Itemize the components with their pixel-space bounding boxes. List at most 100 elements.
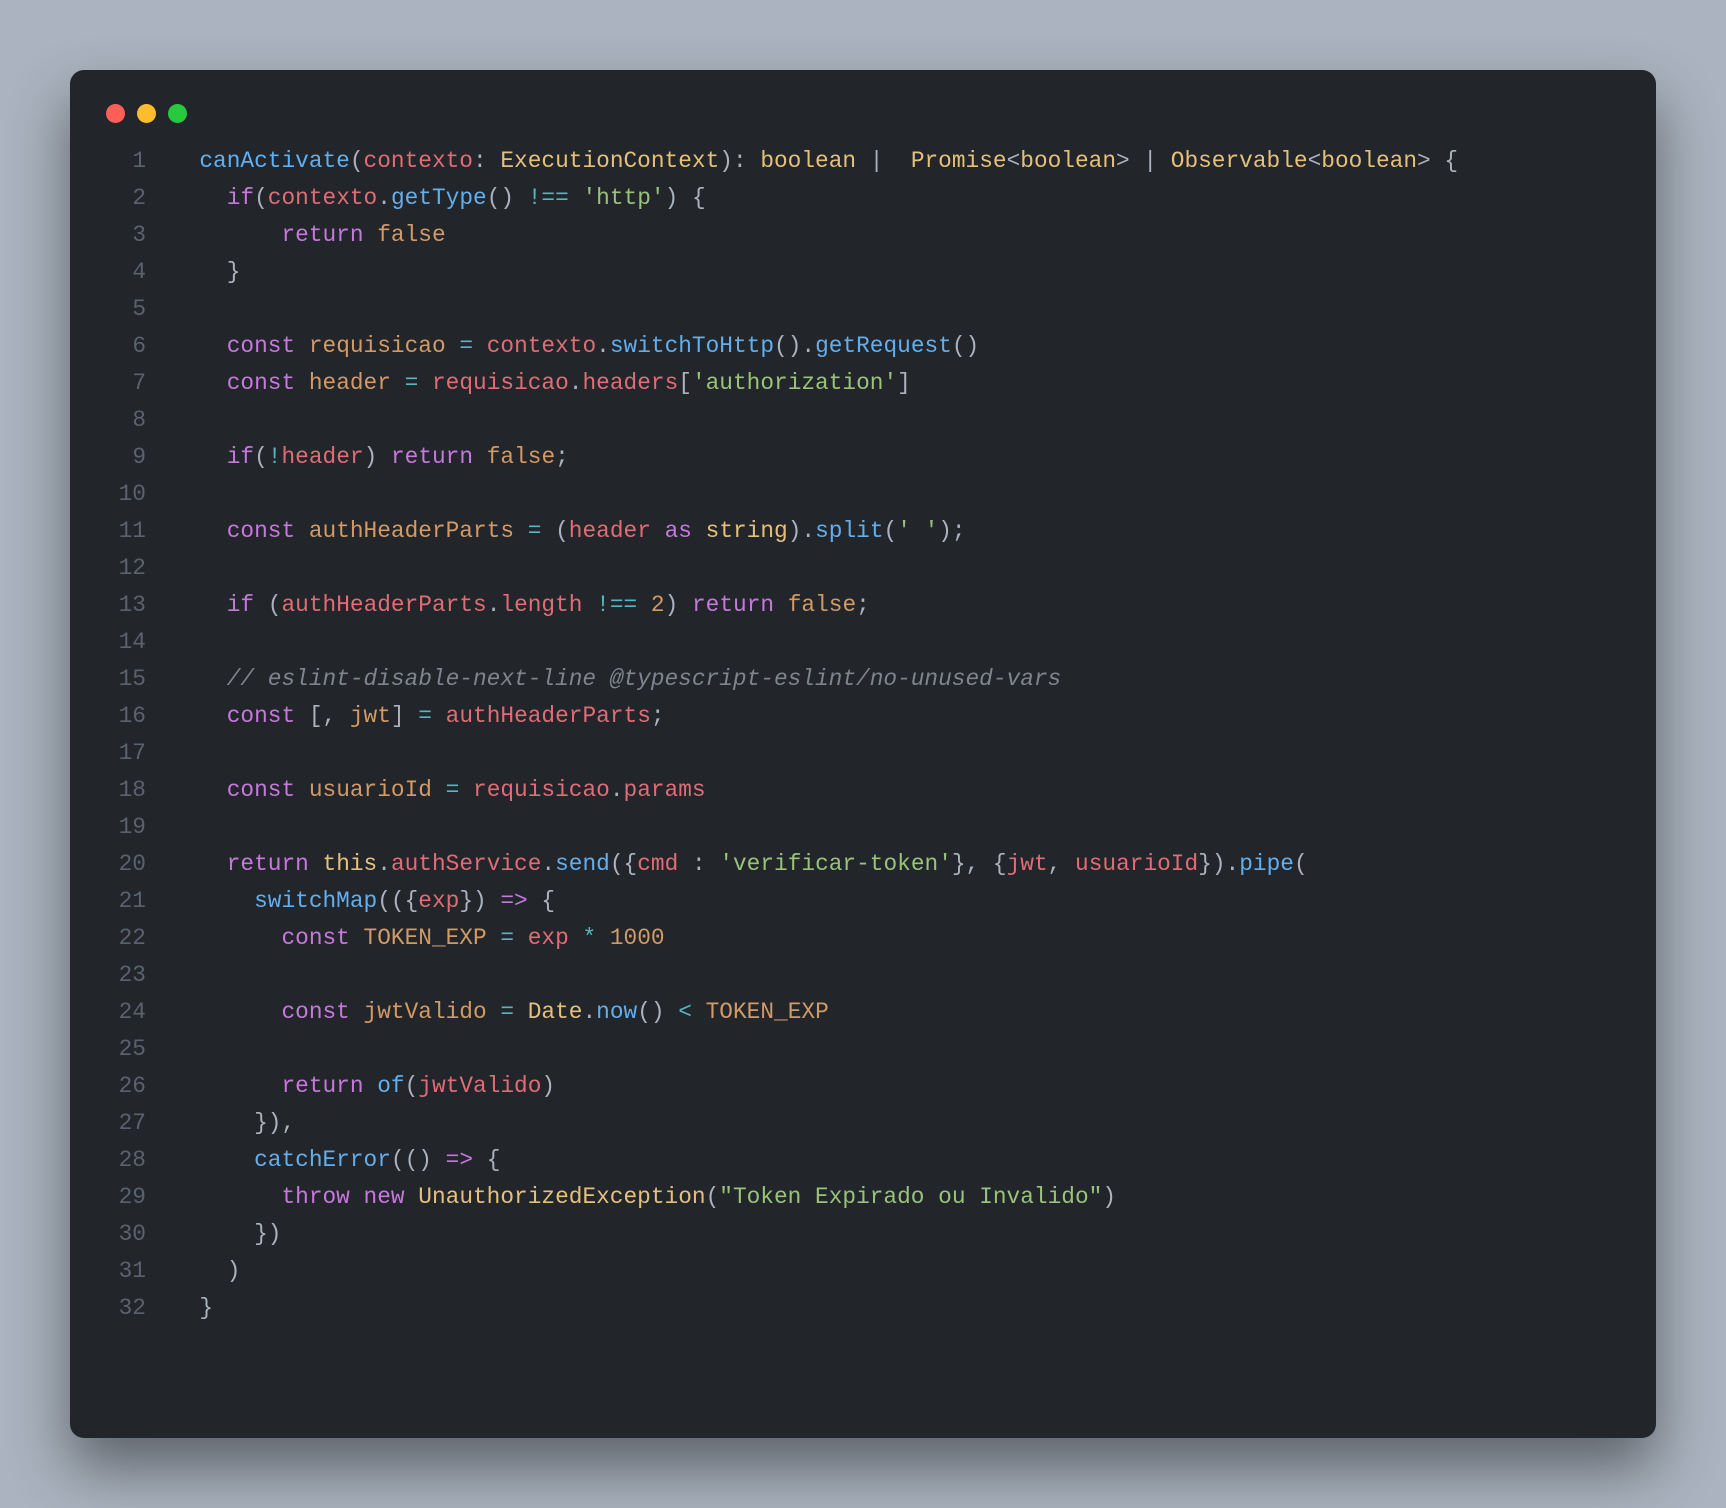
- line-number: 4: [100, 254, 146, 291]
- code-token: contexto: [268, 185, 377, 211]
- code-token: [432, 777, 446, 803]
- line-number: 24: [100, 994, 146, 1031]
- code-token: ): [364, 444, 391, 470]
- code-line[interactable]: if(!header) return false;: [172, 439, 1626, 476]
- code-token: requisicao: [473, 777, 610, 803]
- code-line[interactable]: const requisicao = contexto.switchToHttp…: [172, 328, 1626, 365]
- code-token: false: [377, 222, 445, 248]
- code-line[interactable]: }: [172, 1290, 1626, 1327]
- code-token: const: [281, 925, 349, 951]
- code-line[interactable]: [172, 957, 1626, 994]
- code-token: [172, 148, 199, 174]
- code-line[interactable]: catchError(() => {: [172, 1142, 1626, 1179]
- code-token: ' ': [897, 518, 938, 544]
- code-token: TOKEN_EXP: [364, 925, 487, 951]
- code-line[interactable]: const jwtValido = Date.now() < TOKEN_EXP: [172, 994, 1626, 1031]
- code-line[interactable]: if(contexto.getType() !== 'http') {: [172, 180, 1626, 217]
- maximize-icon[interactable]: [168, 104, 187, 123]
- code-token: const: [227, 703, 295, 729]
- code-line[interactable]: return of(jwtValido): [172, 1068, 1626, 1105]
- code-token: [432, 703, 446, 729]
- code-line[interactable]: ): [172, 1253, 1626, 1290]
- code-token: now: [596, 999, 637, 1025]
- code-token: header: [569, 518, 651, 544]
- code-line[interactable]: // eslint-disable-next-line @typescript-…: [172, 661, 1626, 698]
- code-token: cmd: [637, 851, 678, 877]
- code-token: if: [227, 185, 254, 211]
- code-token: (: [541, 518, 568, 544]
- code-token: ): [1102, 1184, 1116, 1210]
- code-line[interactable]: [172, 735, 1626, 772]
- code-editor[interactable]: 1234567891011121314151617181920212223242…: [100, 143, 1626, 1327]
- code-token: switchToHttp: [610, 333, 774, 359]
- code-line[interactable]: [172, 402, 1626, 439]
- code-token: throw: [281, 1184, 349, 1210]
- code-line[interactable]: return this.authService.send({cmd : 'ver…: [172, 846, 1626, 883]
- code-line[interactable]: return false: [172, 217, 1626, 254]
- minimize-icon[interactable]: [137, 104, 156, 123]
- code-token: (: [706, 1184, 720, 1210]
- code-token: [: [678, 370, 692, 396]
- code-token: }): [459, 888, 500, 914]
- code-line[interactable]: }),: [172, 1105, 1626, 1142]
- line-number: 12: [100, 550, 146, 587]
- code-token: ,: [1048, 851, 1075, 877]
- code-token: [172, 1147, 254, 1173]
- code-line[interactable]: [172, 550, 1626, 587]
- code-line[interactable]: throw new UnauthorizedException("Token E…: [172, 1179, 1626, 1216]
- code-token: [350, 1184, 364, 1210]
- code-token: <: [678, 999, 692, 1025]
- code-line[interactable]: const usuarioId = requisicao.params: [172, 772, 1626, 809]
- code-token: ;: [856, 592, 870, 618]
- code-line[interactable]: }): [172, 1216, 1626, 1253]
- code-line[interactable]: }: [172, 254, 1626, 291]
- code-line[interactable]: const [, jwt] = authHeaderParts;: [172, 698, 1626, 735]
- code-token: false: [788, 592, 856, 618]
- code-token: ]: [897, 370, 911, 396]
- code-token: }: [172, 1295, 213, 1321]
- code-token: "Token Expirado ou Invalido": [719, 1184, 1102, 1210]
- code-token: > |: [1116, 148, 1171, 174]
- code-line[interactable]: [172, 624, 1626, 661]
- code-token: .: [610, 777, 624, 803]
- code-line[interactable]: const authHeaderParts = (header as strin…: [172, 513, 1626, 550]
- code-token: ;: [651, 703, 665, 729]
- code-token: string: [706, 518, 788, 544]
- code-token: [487, 999, 501, 1025]
- code-token: );: [938, 518, 965, 544]
- code-token: [473, 444, 487, 470]
- code-token: split: [815, 518, 883, 544]
- code-token: [172, 185, 227, 211]
- code-token: length: [500, 592, 582, 618]
- code-token: return: [281, 222, 363, 248]
- code-token: [582, 592, 596, 618]
- code-token: Promise: [911, 148, 1007, 174]
- code-token: header: [281, 444, 363, 470]
- code-line[interactable]: if (authHeaderParts.length !== 2) return…: [172, 587, 1626, 624]
- code-token: [172, 1073, 281, 1099]
- code-line[interactable]: canActivate(contexto: ExecutionContext):…: [172, 143, 1626, 180]
- code-token: ):: [719, 148, 760, 174]
- code-line[interactable]: [172, 809, 1626, 846]
- line-number: 31: [100, 1253, 146, 1290]
- close-icon[interactable]: [106, 104, 125, 123]
- code-token: =: [500, 925, 514, 951]
- code-line[interactable]: [172, 476, 1626, 513]
- line-number: 26: [100, 1068, 146, 1105]
- code-line[interactable]: [172, 291, 1626, 328]
- code-line[interactable]: const TOKEN_EXP = exp * 1000: [172, 920, 1626, 957]
- line-number: 28: [100, 1142, 146, 1179]
- code-token: exp: [528, 925, 569, 951]
- code-token: boolean: [1321, 148, 1417, 174]
- code-content[interactable]: canActivate(contexto: ExecutionContext):…: [172, 143, 1626, 1327]
- code-token: > {: [1417, 148, 1458, 174]
- line-number: 9: [100, 439, 146, 476]
- code-line[interactable]: [172, 1031, 1626, 1068]
- code-line[interactable]: const header = requisicao.headers['autho…: [172, 365, 1626, 402]
- code-token: [514, 925, 528, 951]
- code-line[interactable]: switchMap(({exp}) => {: [172, 883, 1626, 920]
- code-token: [364, 222, 378, 248]
- code-token: }): [172, 1221, 281, 1247]
- code-token: getType: [391, 185, 487, 211]
- line-number: 19: [100, 809, 146, 846]
